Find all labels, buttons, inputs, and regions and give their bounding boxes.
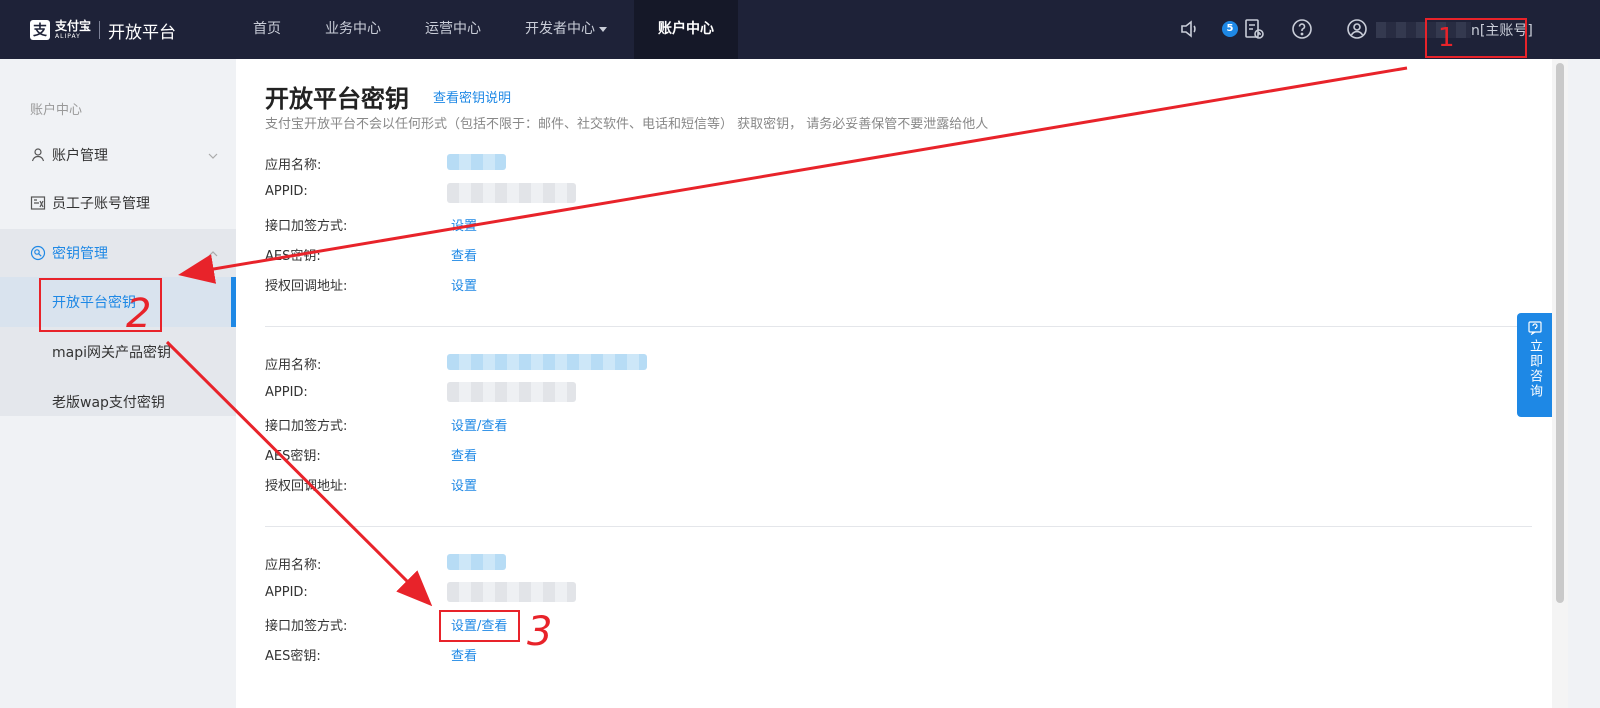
document-clock-icon[interactable] — [1242, 17, 1266, 41]
section-divider — [265, 526, 1532, 527]
help-icon[interactable] — [1290, 17, 1314, 41]
user-icon — [30, 147, 46, 163]
page-title: 开放平台密钥 — [265, 85, 409, 113]
chat-help-icon — [1527, 321, 1542, 335]
sidebar-item-label: 员工子账号管理 — [52, 196, 150, 212]
page-scrollbar[interactable] — [1552, 59, 1568, 708]
app-name-label: 应用名称: — [265, 558, 322, 573]
key-manage-icon — [30, 245, 46, 261]
aes-key-label: AES密钥: — [265, 649, 321, 664]
app-name-label: 应用名称: — [265, 158, 322, 173]
speaker-icon[interactable] — [1178, 17, 1202, 41]
sidebar-item-account-manage[interactable]: 账户管理 — [0, 131, 236, 179]
nav-developer-center-label: 开发者中心 — [525, 21, 595, 37]
sidebar-sub-mapi-key[interactable]: mapi网关产品密钥 — [0, 327, 236, 377]
user-account-label[interactable]: n[主账号] — [1471, 20, 1533, 40]
top-nav: 支 支付宝 ALIPAY 开放平台 首页 业务中心 运营中心 开发者中心 账户中… — [0, 0, 1600, 59]
sign-method-link[interactable]: 设置 — [451, 215, 477, 234]
sign-method-label: 接口加签方式: — [265, 219, 348, 234]
sidebar-item-label: 账户管理 — [52, 148, 108, 164]
scrollbar-thumb[interactable] — [1556, 63, 1564, 603]
auth-callback-link[interactable]: 设置 — [451, 475, 477, 494]
platform-name: 开放平台 — [108, 22, 177, 43]
app-name-label: 应用名称: — [265, 358, 322, 373]
appid-label: APPID: — [265, 184, 308, 199]
appid-value-blurred — [447, 582, 576, 602]
sign-method-label: 接口加签方式: — [265, 619, 348, 634]
auth-callback-link[interactable]: 设置 — [451, 275, 477, 294]
nav-account-center[interactable]: 账户中心 — [634, 0, 738, 59]
user-avatar-icon[interactable] — [1345, 17, 1369, 41]
alipay-logo-icon: 支 — [30, 20, 50, 40]
appid-value-blurred — [447, 183, 576, 203]
main-content: 开放平台密钥 查看密钥说明 支付宝开放平台不会以任何形式（包括不限于：邮件、社交… — [236, 59, 1552, 708]
staff-icon — [30, 195, 46, 211]
sidebar-sub-open-platform-key[interactable]: 开放平台密钥 — [0, 277, 236, 327]
sign-method-link[interactable]: 设置/查看 — [451, 415, 507, 434]
sidebar-item-key-manage[interactable]: 密钥管理 — [0, 229, 236, 277]
nav-home[interactable]: 首页 — [253, 0, 281, 59]
appid-label: APPID: — [265, 385, 308, 400]
aes-key-label: AES密钥: — [265, 249, 321, 264]
nav-business-center[interactable]: 业务中心 — [325, 0, 381, 59]
chevron-down-icon — [599, 26, 607, 32]
auth-callback-label: 授权回调地址: — [265, 279, 348, 294]
app-name-value-blurred — [447, 154, 506, 170]
sidebar-title: 账户中心 — [30, 103, 83, 118]
aes-key-label: AES密钥: — [265, 449, 321, 464]
appid-value-blurred — [447, 382, 576, 402]
consult-button[interactable]: 立即咨询 — [1517, 313, 1552, 417]
view-key-doc-link[interactable]: 查看密钥说明 — [433, 87, 511, 106]
sign-method-label: 接口加签方式: — [265, 419, 348, 434]
app-name-value-blurred — [447, 354, 647, 370]
notification-badge: 5 — [1222, 21, 1238, 37]
section-divider — [265, 326, 1532, 327]
nav-operation-center[interactable]: 运营中心 — [425, 0, 481, 59]
sidebar-sub-wap-key[interactable]: 老版wap支付密钥 — [0, 377, 236, 427]
logo-divider — [99, 21, 101, 39]
appid-label: APPID: — [265, 585, 308, 600]
app-name-value-blurred — [447, 554, 506, 570]
user-name-blurred — [1376, 22, 1471, 38]
sidebar-item-label: 密钥管理 — [52, 246, 108, 262]
alipay-logo[interactable]: 支 支付宝 ALIPAY 开放平台 — [30, 18, 177, 43]
nav-developer-center[interactable]: 开发者中心 — [525, 0, 607, 59]
aes-key-view-link[interactable]: 查看 — [451, 445, 477, 464]
auth-callback-label: 授权回调地址: — [265, 479, 348, 494]
page-description: 支付宝开放平台不会以任何形式（包括不限于：邮件、社交软件、电话和短信等） 获取密… — [265, 117, 989, 132]
aes-key-view-link[interactable]: 查看 — [451, 245, 477, 264]
aes-key-view-link[interactable]: 查看 — [451, 645, 477, 664]
sign-method-link[interactable]: 设置/查看 — [451, 615, 507, 634]
sidebar-item-staff-manage[interactable]: 员工子账号管理 — [0, 179, 236, 227]
sidebar: 账户中心 账户管理 员工子账号管理 密钥管理 开放平台密钥 mapi网关产品密钥… — [0, 59, 236, 463]
chevron-down-icon — [208, 149, 218, 159]
consult-label: 立即咨询 — [1527, 339, 1542, 399]
chevron-up-icon — [208, 247, 218, 257]
logo-en: ALIPAY — [55, 33, 81, 40]
logo-cn: 支付宝 — [55, 19, 92, 33]
